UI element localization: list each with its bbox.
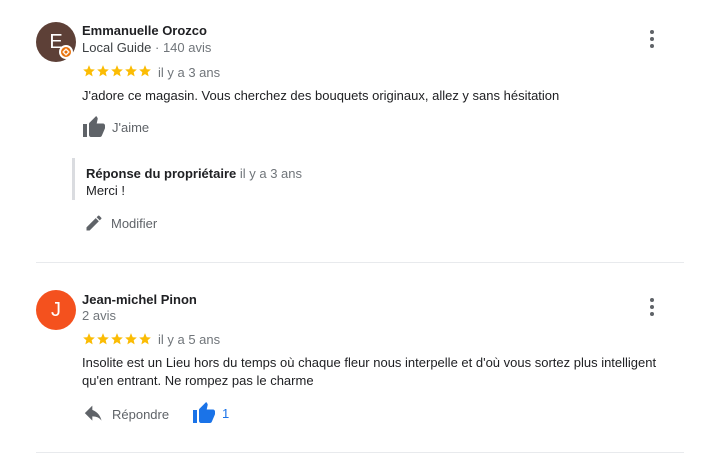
like-button[interactable]: J'aime	[82, 116, 149, 138]
pencil-icon	[86, 215, 102, 231]
star-icon	[83, 333, 95, 345]
reviewer-name[interactable]: Emmanuelle Orozco	[82, 23, 207, 38]
star-icon	[139, 65, 151, 77]
star-icon	[111, 65, 123, 77]
review-text: Insolite est un Lieu hors du temps où ch…	[82, 354, 682, 390]
star-rating	[82, 64, 152, 78]
more-options-icon[interactable]	[642, 28, 662, 50]
reply-arrow-icon	[84, 405, 102, 421]
edit-button[interactable]: Modifier	[84, 212, 157, 234]
reply-label: Répondre	[112, 406, 170, 422]
thumbs-up-icon	[193, 402, 215, 423]
star-icon	[111, 333, 123, 345]
edit-label: Modifier	[111, 215, 158, 231]
review-card: J Jean-michel Pinon 2 avis il y a 5 ans …	[0, 263, 702, 453]
star-icon	[83, 65, 95, 77]
owner-response-label: Réponse du propriétaire il y a 3 ans	[86, 166, 302, 181]
local-guide-label: Local Guide	[82, 40, 152, 55]
review-date: il y a 5 ans	[158, 332, 221, 347]
like-button[interactable]: 1	[192, 401, 229, 425]
star-icon	[125, 333, 137, 345]
owner-response-text: Merci !	[86, 183, 125, 198]
reviewer-name[interactable]: Jean-michel Pinon	[82, 292, 197, 307]
owner-response-title: Réponse du propriétaire	[86, 166, 237, 181]
owner-response-date: il y a 3 ans	[239, 166, 303, 181]
more-options-icon[interactable]	[642, 296, 662, 318]
review-card: E Emmanuelle Orozco Local Guide · 140 av…	[0, 0, 702, 262]
review-count: 140 avis	[162, 40, 212, 55]
review-text-line: qu'en entrant. Ne rompez pas le charme	[82, 373, 314, 388]
owner-response-border	[72, 158, 75, 200]
review-count: 2 avis	[82, 308, 116, 323]
avatar[interactable]: J	[36, 290, 76, 330]
reviewer-meta: Local Guide · 140 avis	[82, 40, 211, 55]
star-icon	[97, 333, 109, 345]
meta-separator: ·	[151, 40, 163, 55]
star-icon	[139, 333, 151, 345]
review-divider	[36, 452, 684, 453]
thumbs-up-icon	[83, 116, 105, 137]
review-text-line: Insolite est un Lieu hors du temps où ch…	[82, 355, 657, 370]
review-text: J'adore ce magasin. Vous cherchez des bo…	[82, 88, 560, 103]
star-icon	[125, 65, 137, 77]
like-count: 1	[222, 405, 230, 421]
reply-button[interactable]: Répondre	[84, 403, 169, 425]
like-label: J'aime	[112, 119, 150, 135]
local-guide-badge-icon	[59, 45, 73, 59]
review-date: il y a 3 ans	[158, 65, 221, 80]
star-icon	[97, 65, 109, 77]
star-rating	[82, 332, 152, 346]
